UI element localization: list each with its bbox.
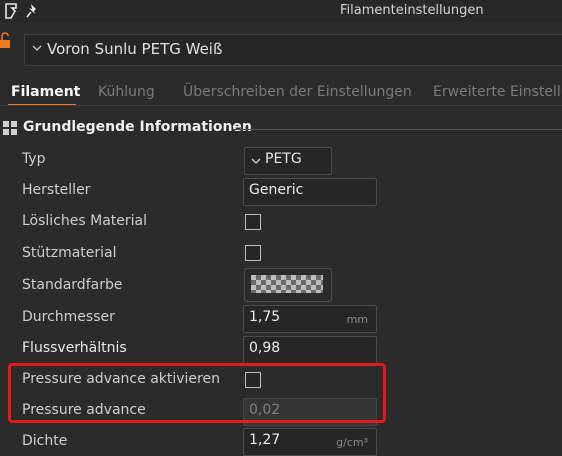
title-bar: Filamenteinstellungen	[0, 0, 562, 22]
window-title: Filamenteinstellungen	[340, 3, 484, 18]
tab-bar: Filament Kühlung Überschreiben der Einst…	[0, 80, 562, 106]
pin-icon[interactable]	[26, 3, 40, 19]
app-icon	[5, 3, 17, 19]
fluss-field[interactable]: 0,98	[243, 336, 377, 364]
chevron-down-icon	[32, 45, 42, 51]
lock-icon[interactable]	[0, 32, 10, 50]
tab-divider	[0, 105, 562, 106]
durchmesser-label: Durchmesser	[22, 309, 115, 325]
dichte-unit: g/cm³	[336, 436, 368, 449]
durchmesser-field[interactable]: 1,75 mm	[243, 305, 377, 333]
dichte-value: 1,27	[249, 432, 281, 448]
fluss-value: 0,98	[249, 340, 281, 356]
typ-dropdown[interactable]: PETG	[244, 147, 332, 175]
stuetz-checkbox[interactable]	[245, 245, 261, 261]
grid-icon	[3, 121, 17, 135]
durchmesser-value: 1,75	[249, 309, 281, 325]
chevron-down-icon	[251, 158, 261, 164]
loesliches-label: Lösliches Material	[22, 213, 147, 229]
durchmesser-unit: mm	[346, 313, 368, 326]
color-swatch	[251, 275, 323, 293]
hersteller-label: Hersteller	[22, 182, 91, 198]
loesliches-checkbox[interactable]	[245, 214, 261, 230]
section-title: Grundlegende Informationen	[23, 119, 252, 135]
hersteller-field[interactable]: Generic	[243, 178, 377, 206]
section-divider	[233, 129, 562, 130]
tab-filament[interactable]: Filament	[11, 84, 80, 100]
dichte-field[interactable]: 1,27 g/cm³	[243, 428, 377, 456]
tab-ueberschreiben[interactable]: Überschreiben der Einstellungen	[183, 84, 412, 100]
fluss-label: Flussverhältnis	[22, 340, 127, 356]
typ-label: Typ	[22, 151, 46, 167]
typ-value: PETG	[265, 151, 302, 167]
highlight-box	[8, 363, 386, 423]
preset-dropdown[interactable]: Voron Sunlu PETG Weiß	[24, 34, 562, 66]
hersteller-value: Generic	[249, 182, 304, 198]
stuetz-label: Stützmaterial	[22, 245, 117, 261]
preset-name: Voron Sunlu PETG Weiß	[47, 40, 223, 58]
standardfarbe-label: Standardfarbe	[22, 277, 123, 293]
dichte-label: Dichte	[22, 433, 68, 449]
color-picker-button[interactable]	[244, 268, 332, 302]
tab-kuehlung[interactable]: Kühlung	[98, 84, 155, 100]
tab-erweitert[interactable]: Erweiterte Einstellu	[433, 84, 562, 100]
